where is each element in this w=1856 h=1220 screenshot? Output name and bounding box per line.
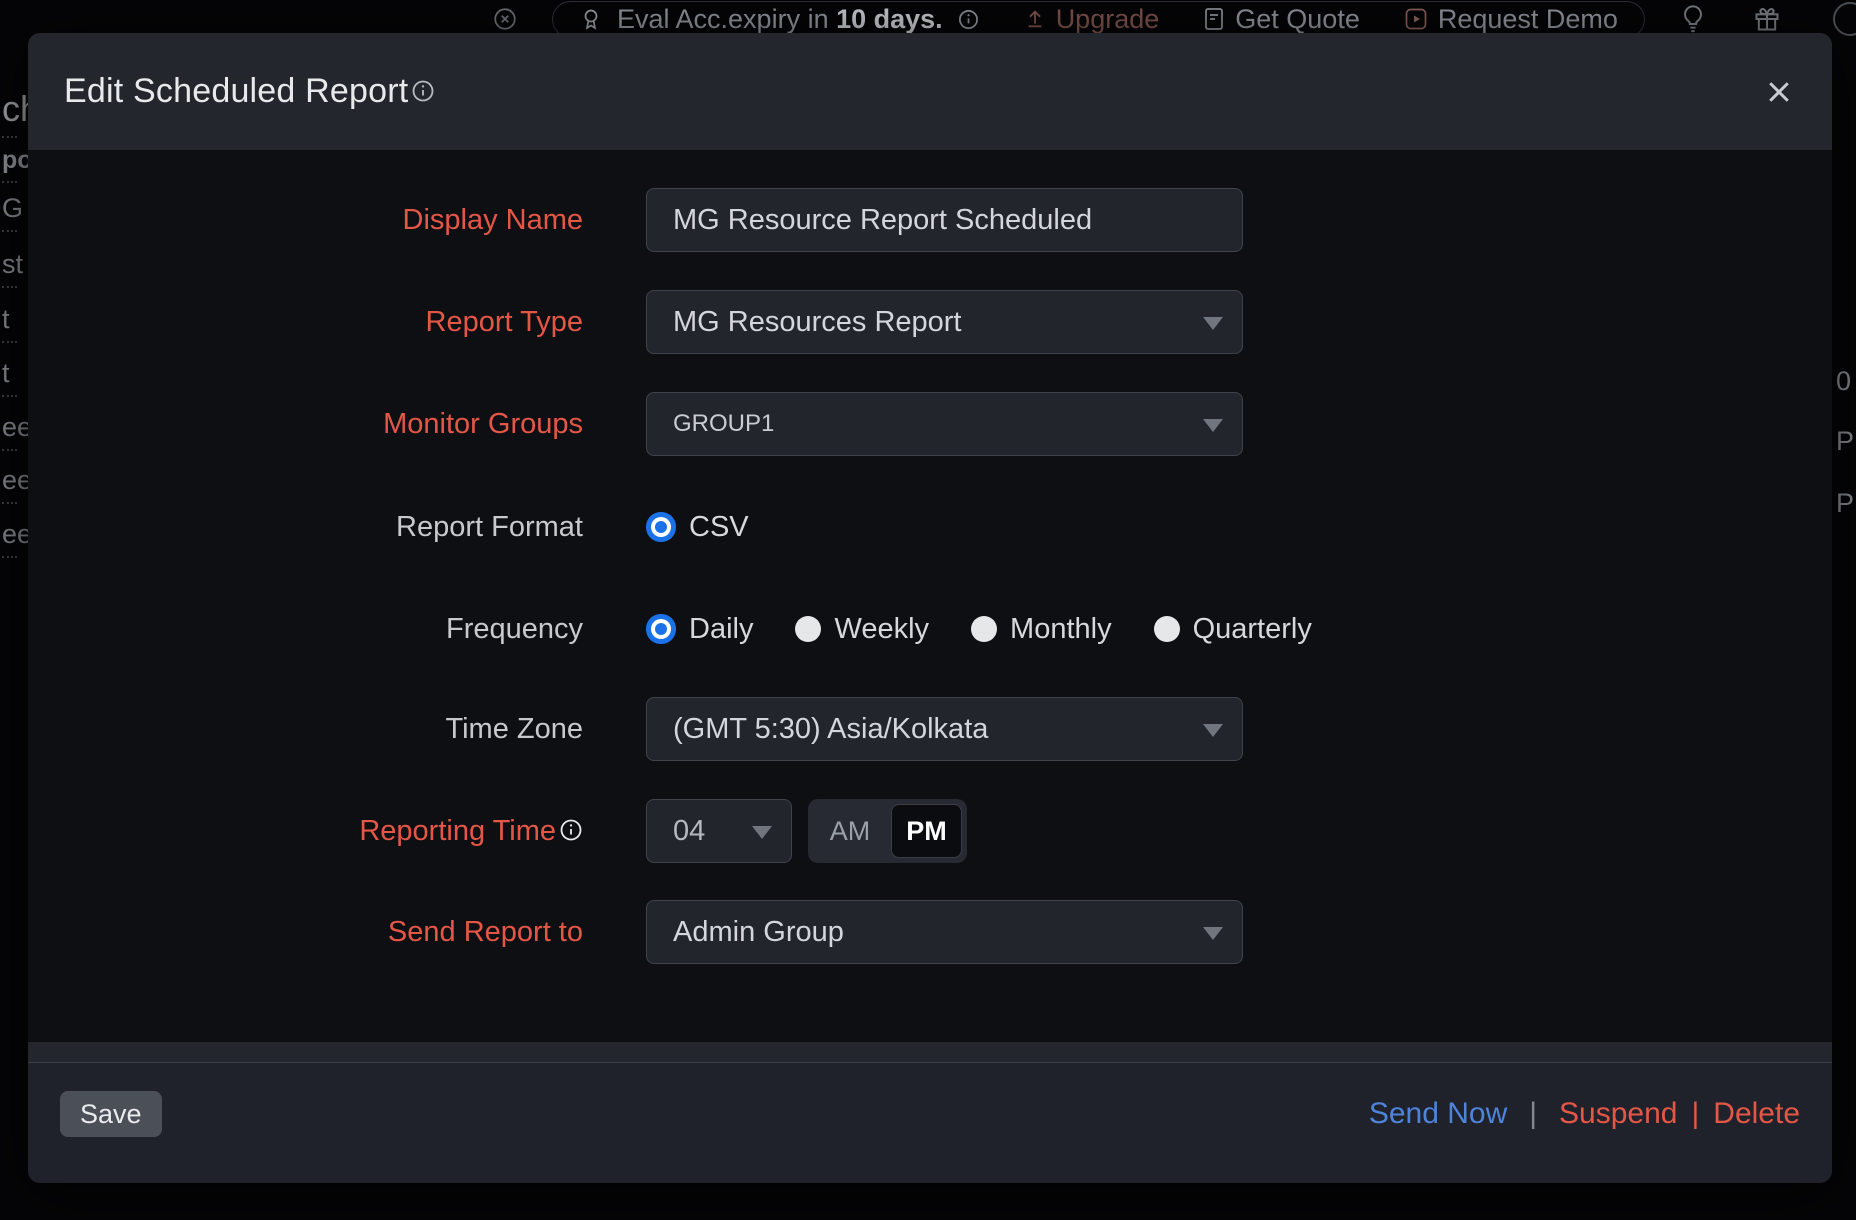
medal-icon <box>579 7 603 31</box>
screen: ch po G st t t eek eek eek 0 P P Eval Ac… <box>0 0 1856 1220</box>
am-option[interactable]: AM <box>808 816 892 847</box>
delete-link[interactable]: Delete <box>1713 1097 1800 1131</box>
radio-selected-icon <box>655 521 667 533</box>
send-report-to-row: Send Report to Admin Group <box>28 900 1832 964</box>
send-report-to-label: Send Report to <box>28 916 583 949</box>
radio-csv[interactable]: CSV <box>646 511 749 544</box>
report-type-value: MG Resources Report <box>673 306 962 339</box>
hour-select[interactable]: 04 <box>646 799 792 863</box>
bg-fragment: G <box>2 193 23 232</box>
footer-separator: | <box>1691 1097 1699 1131</box>
monitor-groups-label: Monitor Groups <box>28 408 583 441</box>
radio-icon <box>971 616 997 642</box>
info-icon[interactable] <box>411 79 435 108</box>
meridiem-toggle: AM PM <box>808 799 967 863</box>
radio-weekly[interactable]: Weekly <box>795 613 929 646</box>
report-format-row: Report Format CSV <box>28 495 1832 559</box>
monitor-groups-select[interactable]: GROUP1 <box>646 392 1243 456</box>
time-zone-value: (GMT 5:30) Asia/Kolkata <box>673 713 988 746</box>
report-type-select[interactable]: MG Resources Report <box>646 290 1243 354</box>
footer-separator: | <box>1529 1097 1537 1131</box>
dialog-title: Edit Scheduled Report <box>64 72 408 111</box>
upgrade-arrow-icon <box>1024 8 1046 30</box>
play-demo-icon <box>1404 7 1428 31</box>
time-zone-label: Time Zone <box>28 713 583 746</box>
display-name-input[interactable] <box>646 188 1243 252</box>
display-name-row: Display Name <box>28 188 1832 252</box>
hour-value: 04 <box>673 815 705 848</box>
send-now-link[interactable]: Send Now <box>1369 1097 1507 1131</box>
pm-option-selected[interactable]: PM <box>891 804 962 858</box>
radio-daily[interactable]: Daily <box>646 613 753 646</box>
monitor-groups-row: Monitor Groups GROUP1 <box>28 392 1832 456</box>
suspend-link[interactable]: Suspend <box>1559 1097 1677 1131</box>
report-type-label: Report Type <box>28 306 583 339</box>
radio-icon <box>1154 616 1180 642</box>
time-zone-row: Time Zone (GMT 5:30) Asia/Kolkata <box>28 697 1832 761</box>
gift-icon[interactable] <box>1753 5 1781 33</box>
close-icon[interactable] <box>1762 75 1796 109</box>
trial-expiry-text: Eval Acc.expiry in 10 days. <box>617 4 943 35</box>
dialog-header: Edit Scheduled Report <box>28 33 1832 150</box>
bg-fragment: t <box>2 358 17 397</box>
reporting-time-label: Reporting Time <box>28 813 583 850</box>
upgrade-button[interactable]: Upgrade <box>1024 4 1160 35</box>
bg-fragment: P <box>1836 488 1854 519</box>
radio-selected-icon <box>655 623 667 635</box>
get-quote-button[interactable]: Get Quote <box>1203 4 1360 35</box>
time-zone-select[interactable]: (GMT 5:30) Asia/Kolkata <box>646 697 1243 761</box>
circled-x-icon[interactable] <box>492 6 518 32</box>
frequency-row: Frequency Daily Weekly Monthly Quarterly <box>28 597 1832 661</box>
edit-scheduled-report-dialog: Edit Scheduled Report Display Name Repor… <box>28 33 1832 1183</box>
trial-status-pill: Eval Acc.expiry in 10 days. Upgrade Get … <box>552 1 1645 38</box>
reporting-time-row: Reporting Time 04 AM PM <box>28 799 1832 863</box>
bg-fragment: st <box>2 249 23 288</box>
send-report-to-select[interactable]: Admin Group <box>646 900 1243 964</box>
quote-doc-icon <box>1203 7 1225 31</box>
bg-fragment: t <box>2 304 17 343</box>
bg-fragment: P <box>1836 426 1854 457</box>
bg-fragment: 0 <box>1836 366 1851 397</box>
lightbulb-icon[interactable] <box>1679 4 1707 34</box>
request-demo-button[interactable]: Request Demo <box>1404 4 1618 35</box>
radio-icon <box>795 616 821 642</box>
monitor-groups-value: GROUP1 <box>673 410 774 438</box>
send-report-to-value: Admin Group <box>673 916 844 949</box>
display-name-label: Display Name <box>28 204 583 237</box>
info-icon[interactable] <box>559 817 583 850</box>
frequency-label: Frequency <box>28 613 583 646</box>
radio-monthly[interactable]: Monthly <box>971 613 1112 646</box>
info-icon[interactable] <box>957 8 980 31</box>
report-type-row: Report Type MG Resources Report <box>28 290 1832 354</box>
dialog-footer: Save Send Now | Suspend | Delete <box>28 1063 1832 1183</box>
avatar[interactable] <box>1833 2 1856 36</box>
save-button[interactable]: Save <box>60 1091 162 1137</box>
report-format-label: Report Format <box>28 511 583 544</box>
radio-quarterly[interactable]: Quarterly <box>1154 613 1312 646</box>
footer-shadow-strip <box>28 1042 1832 1062</box>
